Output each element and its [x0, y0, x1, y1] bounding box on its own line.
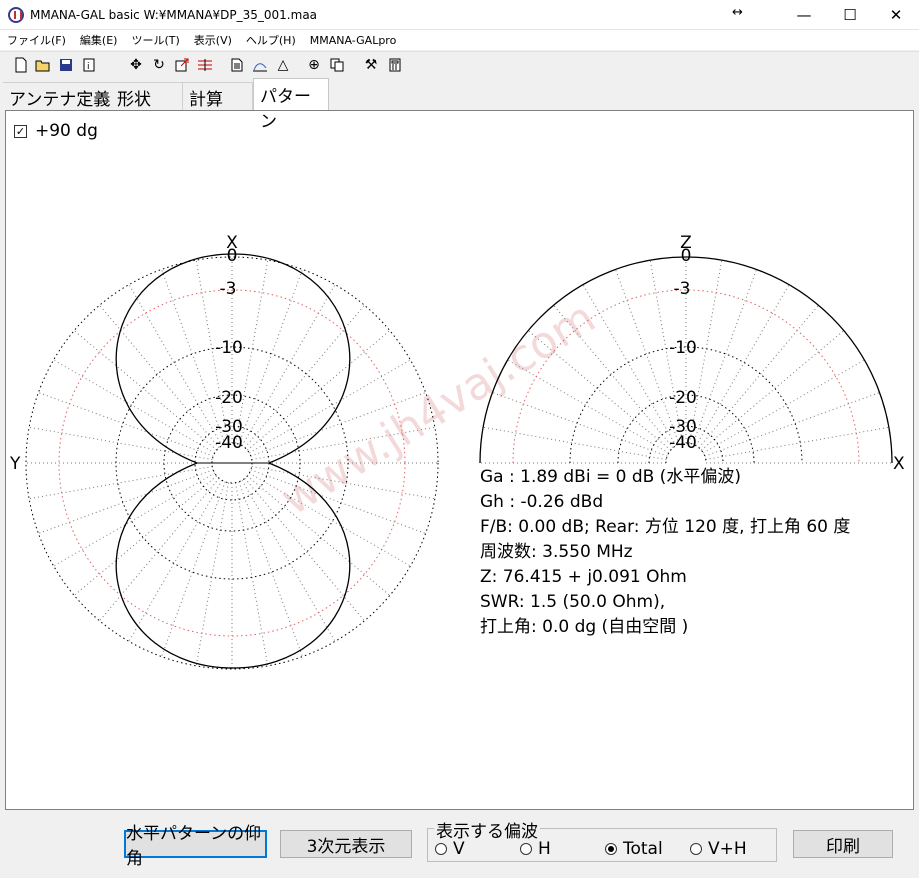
menu-tools[interactable]: ツール(T) — [124, 32, 186, 48]
radio-v-plus-h-label: V+H — [708, 839, 747, 859]
radio-h-icon[interactable] — [520, 843, 532, 855]
menu-help[interactable]: ヘルプ(H) — [239, 32, 303, 48]
move-icon[interactable]: ✥ — [127, 56, 145, 74]
app-icon — [8, 6, 24, 23]
grid-spoke — [704, 392, 880, 457]
grid-spoke — [161, 481, 226, 657]
axis-label-x-side: X — [893, 454, 905, 474]
close-button[interactable]: ✕ — [873, 0, 919, 30]
radio-v-icon[interactable] — [435, 843, 447, 855]
polarization-group: 表示する偏波 V H Total V+H — [427, 817, 777, 862]
save-icon[interactable] — [57, 56, 75, 74]
grid-spoke — [244, 304, 365, 449]
radio-v-plus-h[interactable]: V+H — [690, 839, 747, 859]
radio-v-label: V — [453, 839, 465, 859]
ring-label-10-right: -10 — [669, 338, 697, 358]
pattern-panel: ✓ +90 dg www.jh4vaj.com X Y 0 -3 -10 -20… — [5, 110, 914, 810]
elevation-angle: 打上角: 0.0 dg (自由空間 ) — [480, 617, 689, 637]
grid-spoke — [483, 426, 667, 461]
radio-h-label: H — [538, 839, 551, 859]
copy-icon[interactable] — [328, 56, 346, 74]
resize-icon: ↔ — [732, 5, 743, 20]
axis-label-y-side: Y — [9, 454, 21, 474]
pen-icon[interactable] — [251, 56, 269, 74]
bottom-controls: 水平パターンの仰角 3次元表示 表示する偏波 V H Total V+H 印刷 — [0, 810, 919, 878]
ring-label-0-right: 0 — [681, 246, 692, 266]
tab-strip: アンテナ定義 形状 計算 パターン — [0, 78, 919, 132]
radio-v[interactable]: V — [435, 839, 465, 859]
tools-icon[interactable]: ⚒ — [362, 56, 380, 74]
grid-spoke — [29, 426, 213, 461]
menu-bar: ファイル(F) 編集(E) ツール(T) 表示(V) ヘルプ(H) MMANA-… — [0, 30, 919, 50]
crosshair-icon[interactable]: ⊕ — [305, 56, 323, 74]
segments-icon[interactable] — [196, 56, 214, 74]
grid-spoke — [73, 475, 218, 596]
impedance: Z: 76.415 + j0.091 Ohm — [480, 567, 687, 587]
window-title: MMANA-GAL basic W:¥MMANA¥DP_35_001.maa — [30, 7, 318, 22]
page-icon[interactable] — [228, 56, 246, 74]
menu-view[interactable]: 表示(V) — [187, 32, 239, 48]
radio-h[interactable]: H — [520, 839, 551, 859]
frequency: 周波数: 3.550 MHz — [480, 542, 633, 562]
ring-label-40-right: -40 — [669, 433, 697, 453]
menu-file[interactable]: ファイル(F) — [0, 32, 73, 48]
print-button[interactable]: 印刷 — [793, 830, 893, 858]
front-back-ratio: F/B: 0.00 dB; Rear: 方位 120 度, 打上角 60 度 — [480, 517, 851, 537]
menu-edit[interactable]: 編集(E) — [73, 32, 125, 48]
title-bar: MMANA-GAL basic W:¥MMANA¥DP_35_001.maa ↔… — [0, 0, 919, 30]
swr: SWR: 1.5 (50.0 Ohm), — [480, 592, 666, 612]
ring-label-20: -20 — [215, 388, 243, 408]
grid-spoke — [234, 482, 269, 666]
export-icon[interactable] — [173, 56, 191, 74]
maximize-button[interactable]: ☐ — [827, 0, 873, 30]
gain-gh: Gh : -0.26 dBd — [480, 492, 604, 512]
tab-calculate[interactable]: 計算 — [183, 82, 253, 110]
radio-total-label: Total — [623, 839, 663, 859]
radio-total[interactable]: Total — [605, 839, 663, 859]
grid-spoke — [238, 269, 303, 445]
radio-total-icon[interactable] — [605, 843, 617, 855]
calculator-icon[interactable] — [386, 56, 404, 74]
ring-label-40: -40 — [215, 433, 243, 453]
new-file-icon[interactable] — [12, 56, 30, 74]
radio-v-plus-h-icon[interactable] — [690, 843, 702, 855]
ring-label-10: -10 — [215, 338, 243, 358]
ring-label-0: 0 — [227, 246, 238, 266]
pattern-plots: www.jh4vaj.com X Y 0 -3 -10 -20 -30 -40 — [9, 233, 905, 670]
grid-spoke — [73, 330, 218, 451]
toolbar: i ✥ ↻ △ ⊕ ⚒ — [0, 51, 919, 78]
tab-antenna-definition[interactable]: アンテナ定義 — [3, 82, 118, 110]
tab-geometry[interactable]: 形状 — [111, 82, 183, 110]
triangle-icon[interactable]: △ — [274, 56, 292, 74]
3d-view-button[interactable]: 3次元表示 — [280, 830, 412, 858]
menu-pro[interactable]: MMANA-GALpro — [303, 34, 404, 47]
ring-label-3-right: -3 — [674, 279, 691, 299]
grid-spoke — [692, 269, 757, 445]
horizontal-elevation-button[interactable]: 水平パターンの仰角 — [124, 824, 267, 869]
minimize-button[interactable]: — — [781, 0, 827, 30]
info-icon[interactable]: i — [80, 56, 98, 74]
svg-text:i: i — [87, 62, 90, 72]
grid-spoke — [492, 392, 668, 457]
grid-spoke — [705, 426, 889, 461]
open-folder-icon[interactable] — [34, 56, 52, 74]
grid-spoke — [195, 482, 230, 666]
grid-spoke — [700, 330, 845, 451]
gain-ga: Ga : 1.89 dBi = 0 dB (水平偏波) — [480, 467, 741, 487]
grid-spoke — [29, 465, 213, 500]
ring-label-3: -3 — [220, 279, 237, 299]
rotate-icon[interactable]: ↻ — [150, 56, 168, 74]
grid-spoke — [698, 304, 819, 449]
tab-pattern[interactable]: パターン — [253, 78, 329, 132]
ring-label-20-right: -20 — [669, 388, 697, 408]
results-info: Ga : 1.89 dBi = 0 dB (水平偏波) Gh : -0.26 d… — [480, 465, 850, 640]
